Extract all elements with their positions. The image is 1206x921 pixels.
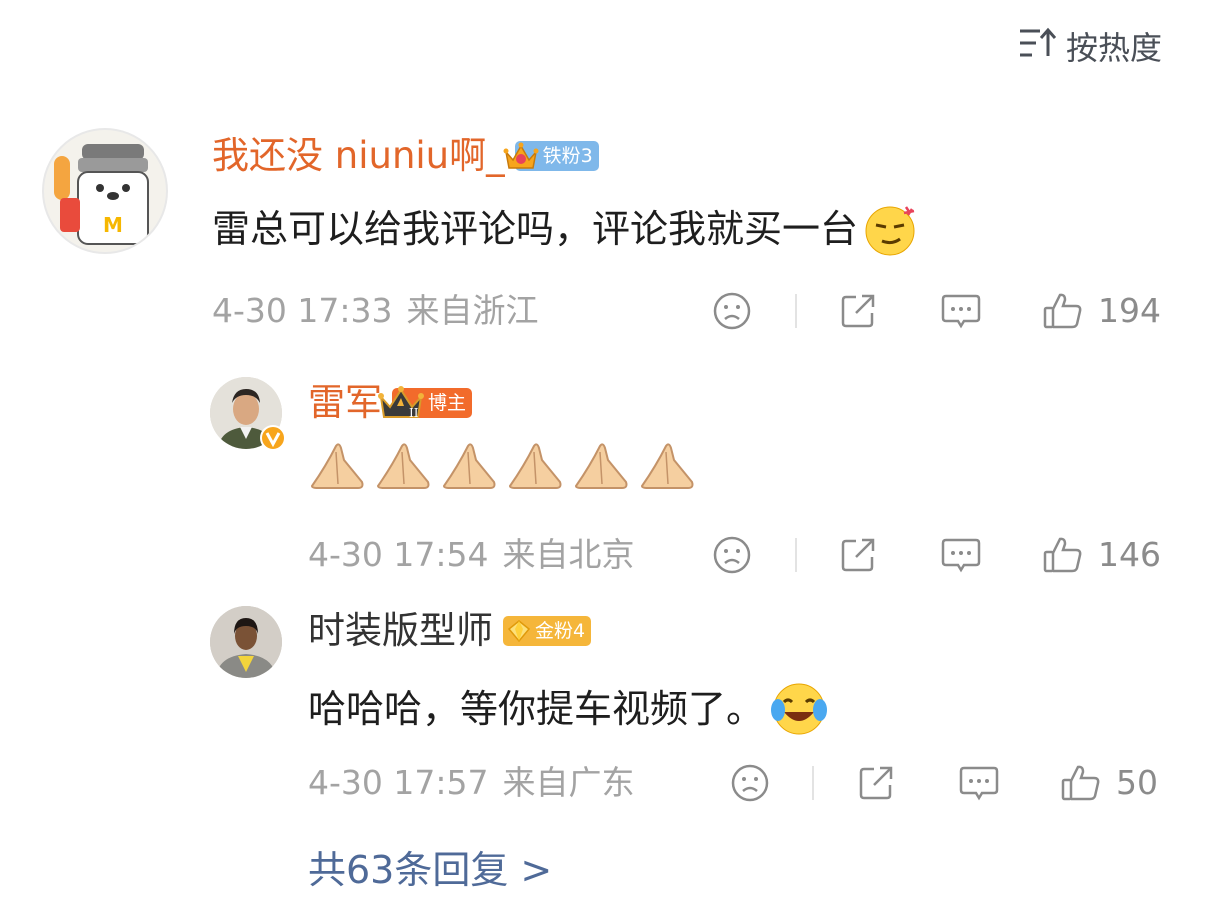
like-count: 146 xyxy=(1098,535,1161,574)
avatar[interactable] xyxy=(210,606,282,678)
share-button[interactable] xyxy=(838,535,878,575)
comment-bubble-icon xyxy=(958,763,1000,803)
comment-location: 来自广东 xyxy=(502,763,635,802)
crown-icon xyxy=(503,140,539,172)
gem-icon xyxy=(507,619,531,643)
avatar[interactable] xyxy=(210,377,286,451)
sad-face-icon xyxy=(712,291,752,331)
like-button[interactable]: 50 xyxy=(1060,763,1158,803)
reply-username[interactable]: 时装版型师 金粉4 xyxy=(308,608,592,654)
dislike-button[interactable] xyxy=(730,763,770,803)
avatar[interactable]: M xyxy=(42,128,168,254)
share-button[interactable] xyxy=(838,291,878,331)
view-more-replies-link[interactable]: 共63条回复 > xyxy=(308,846,552,894)
svg-text:M: M xyxy=(103,213,123,237)
share-icon xyxy=(838,291,878,331)
author-badge[interactable]: II 博主 xyxy=(378,386,473,420)
reply-button[interactable] xyxy=(940,291,982,331)
divider xyxy=(795,294,797,328)
comment-location: 来自北京 xyxy=(502,535,635,574)
fan-level-badge[interactable]: 铁粉3 xyxy=(503,141,599,171)
reply-text xyxy=(308,440,696,492)
comment-bubble-icon xyxy=(940,291,982,331)
comment-date: 4-30 17:54 xyxy=(308,535,489,574)
dislike-button[interactable] xyxy=(712,535,752,575)
thumbs-up-icon xyxy=(1042,535,1084,575)
sort-icon xyxy=(1018,26,1057,69)
sad-face-icon xyxy=(730,763,770,803)
laugh-tears-emoji xyxy=(770,680,828,738)
reply-text: 哈哈哈，等你提车视频了。 xyxy=(308,680,828,738)
reply-meta: 4-30 17:57 来自广东 xyxy=(308,763,635,803)
verified-v-icon xyxy=(260,425,286,451)
like-button[interactable]: 146 xyxy=(1042,535,1161,575)
reply-button[interactable] xyxy=(940,535,982,575)
comment-meta: 4-30 17:33 来自浙江 xyxy=(212,291,539,331)
sort-by-hot-button[interactable]: 按热度 xyxy=(1018,26,1162,69)
thumbs-up-icon xyxy=(1060,763,1102,803)
crown-icon: II xyxy=(378,385,424,421)
comment-text: 雷总可以给我评论吗，评论我就买一台 xyxy=(212,201,918,257)
like-count: 194 xyxy=(1098,291,1161,330)
divider xyxy=(795,538,797,572)
svg-text:II: II xyxy=(409,406,419,420)
share-button[interactable] xyxy=(856,763,896,803)
thumbs-up-icon xyxy=(1042,291,1084,331)
comment-bubble-icon xyxy=(940,535,982,575)
divider xyxy=(812,766,814,800)
share-icon xyxy=(838,535,878,575)
comment-date: 4-30 17:33 xyxy=(212,291,393,330)
smirk-emoji xyxy=(862,201,918,257)
sort-label: 按热度 xyxy=(1065,28,1162,67)
like-count: 50 xyxy=(1116,763,1158,802)
reply-button[interactable] xyxy=(958,763,1000,803)
comment-date: 4-30 17:57 xyxy=(308,763,489,802)
share-icon xyxy=(856,763,896,803)
like-button[interactable]: 194 xyxy=(1042,291,1161,331)
fan-level-badge[interactable]: 金粉4 xyxy=(503,616,592,646)
pray-hands-emoji xyxy=(308,440,696,492)
comment-username[interactable]: 我还没 niuniu啊_ 铁粉3 xyxy=(212,133,599,179)
sad-face-icon xyxy=(712,535,752,575)
reply-meta: 4-30 17:54 来自北京 xyxy=(308,535,635,575)
dislike-button[interactable] xyxy=(712,291,752,331)
comment-location: 来自浙江 xyxy=(406,291,539,330)
reply-username[interactable]: 雷军 II 博主 xyxy=(308,380,473,426)
